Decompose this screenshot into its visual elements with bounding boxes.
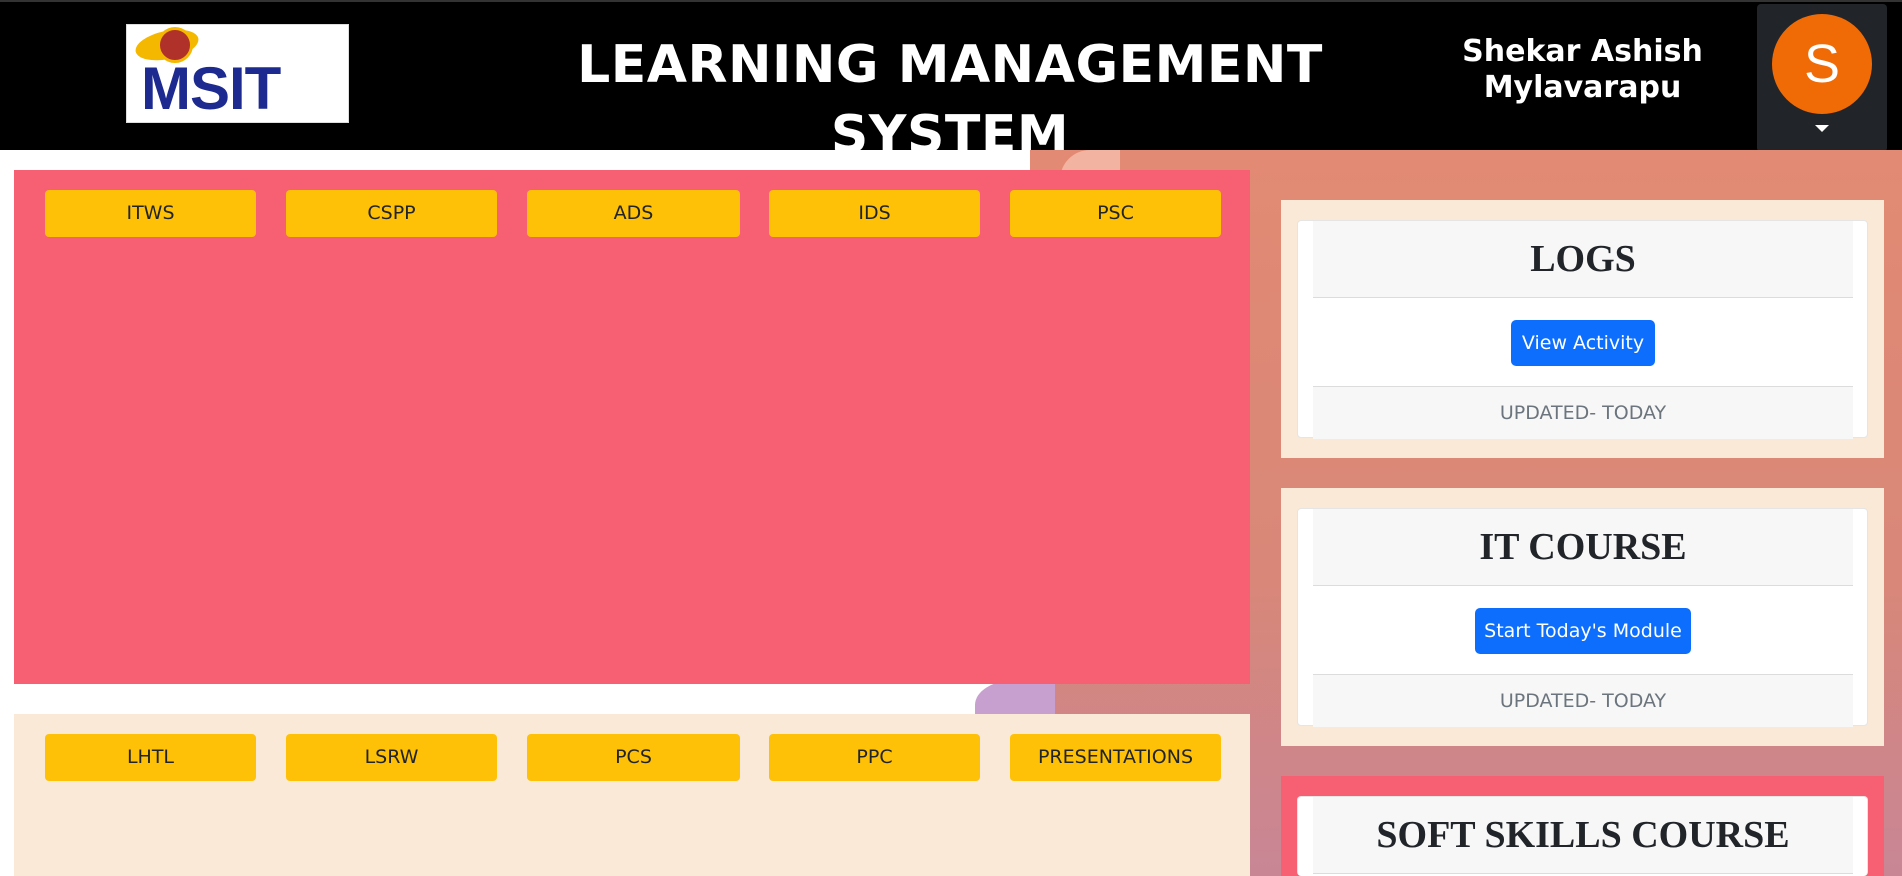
logs-card-container: LOGS View Activity UPDATED- TODAY [1281, 200, 1884, 458]
top-header: MSIT LEARNING MANAGEMENT SYSTEM Shekar A… [0, 0, 1902, 165]
course-button-ads[interactable]: ADS [527, 190, 740, 237]
avatar[interactable]: S [1772, 14, 1872, 114]
caret-down-icon[interactable] [1815, 125, 1829, 132]
user-name: Shekar Ashish Mylavarapu [1462, 34, 1703, 105]
it-course-card-container: IT COURSE Start Today's Module UPDATED- … [1281, 488, 1884, 746]
soft-skills-panel: LHTL LSRW PCS PPC PRESENTATIONS [14, 714, 1250, 876]
it-course-card-title: IT COURSE [1313, 509, 1853, 586]
course-button-lsrw[interactable]: LSRW [286, 734, 497, 781]
course-button-presentations[interactable]: PRESENTATIONS [1010, 734, 1221, 781]
course-button-itws[interactable]: ITWS [45, 190, 256, 237]
logo-text: MSIT [141, 55, 281, 122]
logs-card: LOGS View Activity UPDATED- TODAY [1297, 220, 1868, 439]
view-activity-button[interactable]: View Activity [1511, 320, 1655, 366]
soft-skills-card-title: SOFT SKILLS COURSE [1313, 797, 1853, 874]
soft-skills-card: SOFT SKILLS COURSE [1297, 796, 1868, 876]
page-title: LEARNING MANAGEMENT SYSTEM [577, 35, 1323, 165]
it-course-card-footer: UPDATED- TODAY [1313, 674, 1853, 727]
logs-card-title: LOGS [1313, 221, 1853, 298]
course-button-psc[interactable]: PSC [1010, 190, 1221, 237]
soft-skills-card-container: SOFT SKILLS COURSE [1281, 776, 1884, 876]
course-button-ids[interactable]: IDS [769, 190, 980, 237]
logs-card-footer: UPDATED- TODAY [1313, 386, 1853, 439]
start-todays-module-button[interactable]: Start Today's Module [1475, 608, 1691, 654]
msit-logo[interactable]: MSIT [126, 24, 349, 123]
course-button-ppc[interactable]: PPC [769, 734, 980, 781]
course-button-lhtl[interactable]: LHTL [45, 734, 256, 781]
course-button-cspp[interactable]: CSPP [286, 190, 497, 237]
profile-dropdown-toggle[interactable]: S [1757, 4, 1887, 152]
it-courses-panel: ITWS CSPP ADS IDS PSC [14, 170, 1250, 684]
course-button-pcs[interactable]: PCS [527, 734, 740, 781]
it-course-card: IT COURSE Start Today's Module UPDATED- … [1297, 508, 1868, 727]
